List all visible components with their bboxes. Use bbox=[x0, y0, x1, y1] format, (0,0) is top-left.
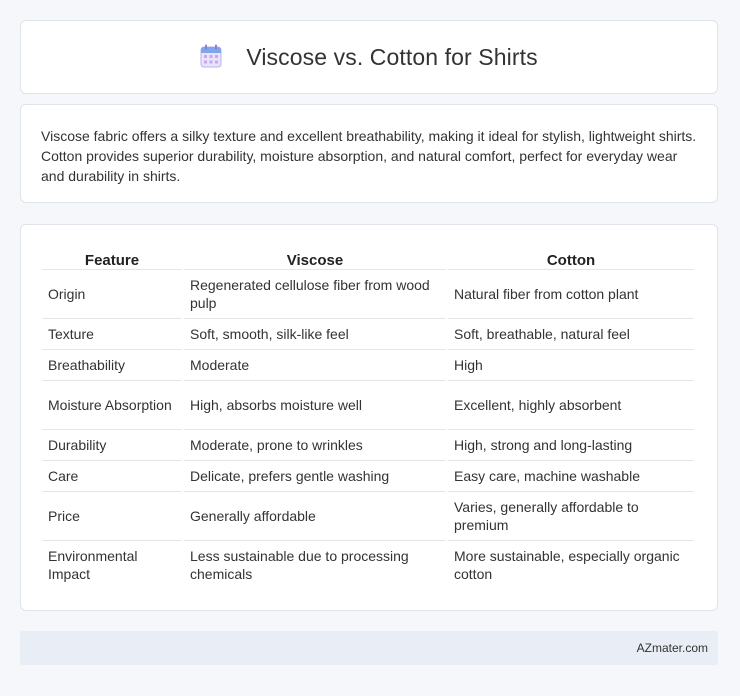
intro-paragraph: Viscose fabric offers a silky texture an… bbox=[41, 128, 697, 184]
row-viscose: Delicate, prefers gentle washing bbox=[184, 461, 446, 492]
row-feature: Moisture Absorption bbox=[42, 381, 182, 430]
page-title: Viscose vs. Cotton for Shirts bbox=[246, 43, 538, 70]
row-feature: Price bbox=[42, 492, 182, 541]
calendar-icon bbox=[200, 44, 222, 68]
row-feature: Breathability bbox=[42, 350, 182, 381]
intro-card: Viscose fabric offers a silky texture an… bbox=[20, 104, 718, 203]
footer: AZmater.com bbox=[20, 631, 718, 665]
table-row: Environmental Impact Less sustainable du… bbox=[42, 541, 694, 589]
row-feature: Origin bbox=[42, 270, 182, 319]
row-viscose: Soft, smooth, silk-like feel bbox=[184, 319, 446, 350]
header-cotton: Cotton bbox=[448, 245, 694, 270]
row-feature: Care bbox=[42, 461, 182, 492]
footer-site-label: AZmater.com bbox=[636, 641, 708, 655]
row-cotton: Soft, breathable, natural feel bbox=[448, 319, 694, 350]
row-feature: Environmental Impact bbox=[48, 548, 138, 582]
row-viscose: Regenerated cellulose fiber from wood pu… bbox=[184, 270, 446, 319]
comparison-card: Feature Viscose Cotton Origin Regenerate… bbox=[20, 224, 718, 611]
row-feature: Durability bbox=[42, 430, 182, 461]
row-cotton: Varies, generally affordable to premium bbox=[448, 492, 694, 541]
table-row: Moisture Absorption High, absorbs moistu… bbox=[42, 381, 694, 430]
header-feature: Feature bbox=[42, 245, 182, 270]
table-row: Texture Soft, smooth, silk-like feel Sof… bbox=[42, 319, 694, 350]
table-row: Price Generally affordable Varies, gener… bbox=[42, 492, 694, 541]
table-row: Care Delicate, prefers gentle washing Ea… bbox=[42, 461, 694, 492]
row-viscose: Generally affordable bbox=[184, 492, 446, 541]
row-cotton: More sustainable, especially organic cot… bbox=[454, 548, 680, 582]
title-card: Viscose vs. Cotton for Shirts bbox=[20, 20, 718, 94]
table-row: Origin Regenerated cellulose fiber from … bbox=[42, 270, 694, 319]
row-cotton: Easy care, machine washable bbox=[448, 461, 694, 492]
row-viscose: Moderate, prone to wrinkles bbox=[184, 430, 446, 461]
row-cotton: Excellent, highly absorbent bbox=[448, 381, 694, 430]
row-feature: Texture bbox=[42, 319, 182, 350]
row-viscose: Less sustainable due to processing chemi… bbox=[190, 548, 409, 582]
table-header-row: Feature Viscose Cotton bbox=[42, 245, 694, 270]
header-viscose: Viscose bbox=[184, 245, 446, 270]
row-cotton: High bbox=[448, 350, 694, 381]
comparison-table: Feature Viscose Cotton Origin Regenerate… bbox=[40, 245, 696, 589]
row-viscose: Moderate bbox=[184, 350, 446, 381]
table-row: Breathability Moderate High bbox=[42, 350, 694, 381]
row-viscose: High, absorbs moisture well bbox=[184, 381, 446, 430]
row-cotton: Natural fiber from cotton plant bbox=[448, 270, 694, 319]
table-row: Durability Moderate, prone to wrinkles H… bbox=[42, 430, 694, 461]
row-cotton: High, strong and long-lasting bbox=[448, 430, 694, 461]
